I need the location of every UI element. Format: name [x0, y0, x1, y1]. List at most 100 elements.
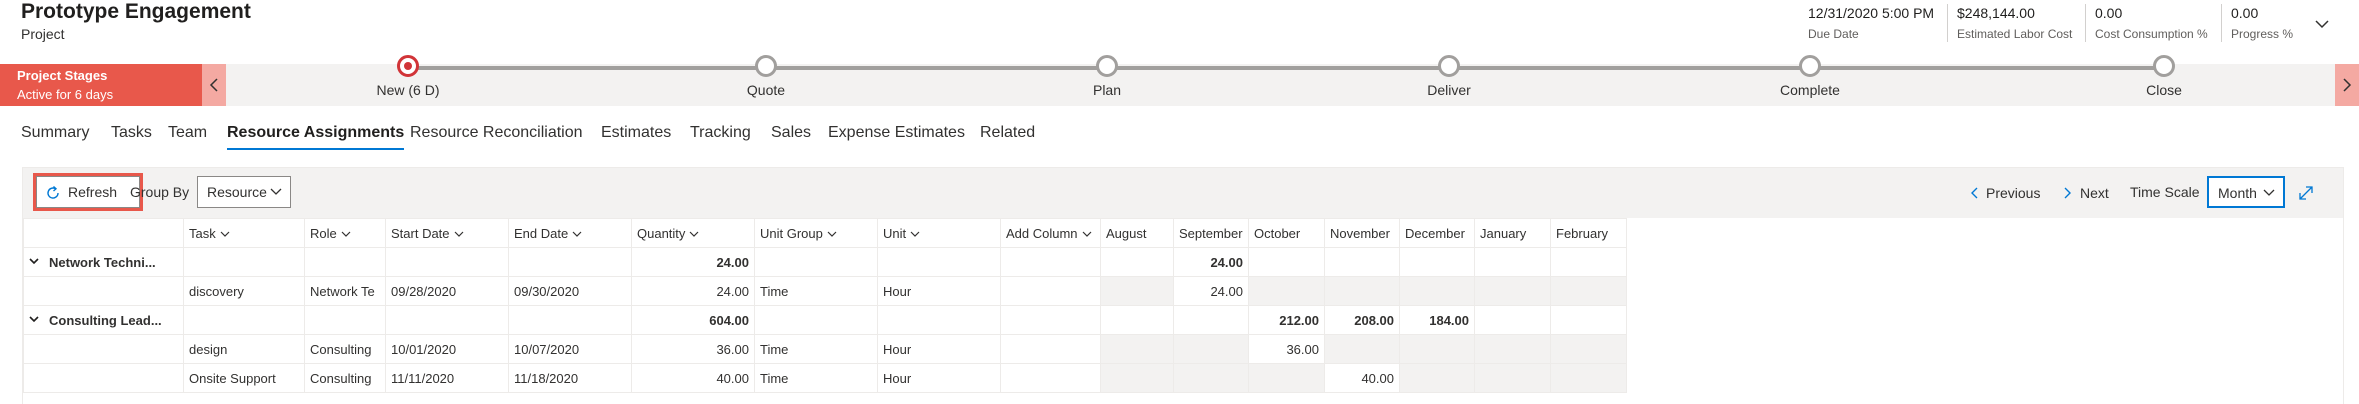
- stage-dot-icon: [1438, 55, 1460, 77]
- kpi-value: 0.00: [2231, 5, 2259, 21]
- process-stage-summary[interactable]: Project Stages Active for 6 days: [0, 64, 202, 106]
- stage-close[interactable]: Close: [2084, 55, 2244, 98]
- column-header-label: Quantity: [637, 225, 686, 241]
- month-cell: [1474, 305, 1551, 335]
- resource-group-row[interactable]: Consulting Lead... 604.00 212.00 208.00 …: [23, 305, 1627, 335]
- unit-group-cell[interactable]: Time: [754, 334, 878, 364]
- kpi-value: $248,144.00: [1957, 5, 2035, 21]
- collapse-chevron-icon[interactable]: [29, 315, 39, 324]
- month-cell: [1399, 276, 1475, 306]
- month-cell: [1248, 276, 1325, 306]
- tab-estimates[interactable]: Estimates: [601, 124, 671, 142]
- tab-resource-assignments[interactable]: Resource Assignments: [227, 124, 405, 150]
- resource-name: Consulting Lead...: [49, 312, 162, 328]
- previous-stage-button[interactable]: [202, 64, 226, 106]
- column-header-end-date[interactable]: End Date: [508, 218, 632, 248]
- month-cell: [1100, 334, 1174, 364]
- task-cell[interactable]: design: [183, 334, 305, 364]
- column-header-role[interactable]: Role: [304, 218, 386, 248]
- previous-button[interactable]: Previous: [1970, 185, 2040, 201]
- table-cell: [877, 305, 1001, 335]
- stage-complete[interactable]: Complete: [1730, 55, 1890, 98]
- month-cell: [1550, 247, 1627, 277]
- month-cell: [1324, 247, 1400, 277]
- table-cell: [754, 247, 878, 277]
- stage-label: New (6 D): [376, 82, 440, 98]
- collapse-chevron-icon[interactable]: [29, 257, 39, 266]
- table-cell: [183, 305, 305, 335]
- end-date-cell[interactable]: 11/18/2020: [508, 363, 632, 393]
- table-cell: [877, 247, 1001, 277]
- month-cell[interactable]: 36.00: [1248, 334, 1325, 364]
- column-header-quantity[interactable]: Quantity: [631, 218, 755, 248]
- kpi-cost-consumption: 0.00 Cost Consumption %: [2095, 5, 2208, 41]
- table-cell: [23, 276, 184, 306]
- chevron-down-icon: [220, 231, 230, 237]
- tab-expense-estimates[interactable]: Expense Estimates: [828, 124, 965, 142]
- quantity-cell[interactable]: 24.00: [631, 276, 755, 306]
- expand-header-chevron-icon[interactable]: [2315, 17, 2329, 31]
- role-cell[interactable]: Consulting: [304, 334, 386, 364]
- column-header-unit-group[interactable]: Unit Group: [754, 218, 878, 248]
- kpi-divider: [1947, 4, 1948, 42]
- month-cell[interactable]: 40.00: [1324, 363, 1400, 393]
- table-header-row: Task Role Start Date End Date Quantity U…: [23, 218, 1627, 248]
- time-scale-select[interactable]: Month: [2207, 176, 2285, 208]
- expand-grid-icon[interactable]: [2298, 185, 2314, 201]
- task-cell[interactable]: discovery: [183, 276, 305, 306]
- tab-summary[interactable]: Summary: [21, 124, 89, 142]
- next-button[interactable]: Next: [2064, 185, 2109, 201]
- stage-quote[interactable]: Quote: [686, 55, 846, 98]
- column-header-start-date[interactable]: Start Date: [385, 218, 509, 248]
- group-cell[interactable]: Network Techni...: [23, 247, 184, 277]
- add-column-button[interactable]: Add Column: [1000, 218, 1101, 248]
- start-date-cell[interactable]: 09/28/2020: [385, 276, 509, 306]
- refresh-button[interactable]: Refresh: [33, 173, 143, 211]
- stage-plan[interactable]: Plan: [1027, 55, 1187, 98]
- unit-group-cell[interactable]: Time: [754, 363, 878, 393]
- tab-team[interactable]: Team: [168, 124, 207, 142]
- assignments-table: Task Role Start Date End Date Quantity U…: [23, 218, 1627, 393]
- tab-tracking[interactable]: Tracking: [690, 124, 751, 142]
- record-header: Prototype Engagement Project 12/31/2020 …: [0, 0, 2359, 61]
- start-date-cell[interactable]: 11/11/2020: [385, 363, 509, 393]
- tab-tasks[interactable]: Tasks: [111, 124, 152, 142]
- quantity-cell[interactable]: 36.00: [631, 334, 755, 364]
- month-cell: [1248, 247, 1325, 277]
- end-date-cell[interactable]: 10/07/2020: [508, 334, 632, 364]
- unit-group-cell[interactable]: Time: [754, 276, 878, 306]
- quantity-cell[interactable]: 40.00: [631, 363, 755, 393]
- unit-cell[interactable]: Hour: [877, 276, 1001, 306]
- table-row[interactable]: Onsite Support Consulting 11/11/2020 11/…: [23, 363, 1627, 393]
- stage-label: Close: [2146, 82, 2182, 98]
- end-date-cell[interactable]: 09/30/2020: [508, 276, 632, 306]
- business-process-flow: Project Stages Active for 6 days New (6 …: [0, 55, 2359, 106]
- role-cell[interactable]: Consulting: [304, 363, 386, 393]
- table-row[interactable]: discovery Network Te 09/28/2020 09/30/20…: [23, 276, 1627, 306]
- kpi-value: 12/31/2020 5:00 PM: [1808, 5, 1935, 21]
- task-cell[interactable]: Onsite Support: [183, 363, 305, 393]
- unit-cell[interactable]: Hour: [877, 363, 1001, 393]
- tab-resource-reconciliation[interactable]: Resource Reconciliation: [410, 124, 583, 142]
- group-by-select[interactable]: Resource: [197, 176, 291, 208]
- stage-deliver[interactable]: Deliver: [1369, 55, 1529, 98]
- column-header-december: December: [1399, 218, 1475, 248]
- column-header-unit[interactable]: Unit: [877, 218, 1001, 248]
- month-cell: [1550, 276, 1627, 306]
- month-cell: [1100, 247, 1174, 277]
- month-cell[interactable]: 24.00: [1173, 276, 1249, 306]
- tab-sales[interactable]: Sales: [771, 124, 811, 142]
- chevron-down-icon: [910, 231, 920, 237]
- role-cell[interactable]: Network Te: [304, 276, 386, 306]
- month-cell: [1550, 363, 1627, 393]
- unit-cell[interactable]: Hour: [877, 334, 1001, 364]
- resource-group-row[interactable]: Network Techni... 24.00 24.00: [23, 247, 1627, 277]
- start-date-cell[interactable]: 10/01/2020: [385, 334, 509, 364]
- table-row[interactable]: design Consulting 10/01/2020 10/07/2020 …: [23, 334, 1627, 364]
- column-header-task[interactable]: Task: [183, 218, 305, 248]
- next-stage-button[interactable]: [2335, 64, 2359, 106]
- stage-new[interactable]: New (6 D): [328, 55, 488, 98]
- group-cell[interactable]: Consulting Lead...: [23, 305, 184, 335]
- tab-related[interactable]: Related: [980, 124, 1035, 142]
- month-cell: [1173, 305, 1249, 335]
